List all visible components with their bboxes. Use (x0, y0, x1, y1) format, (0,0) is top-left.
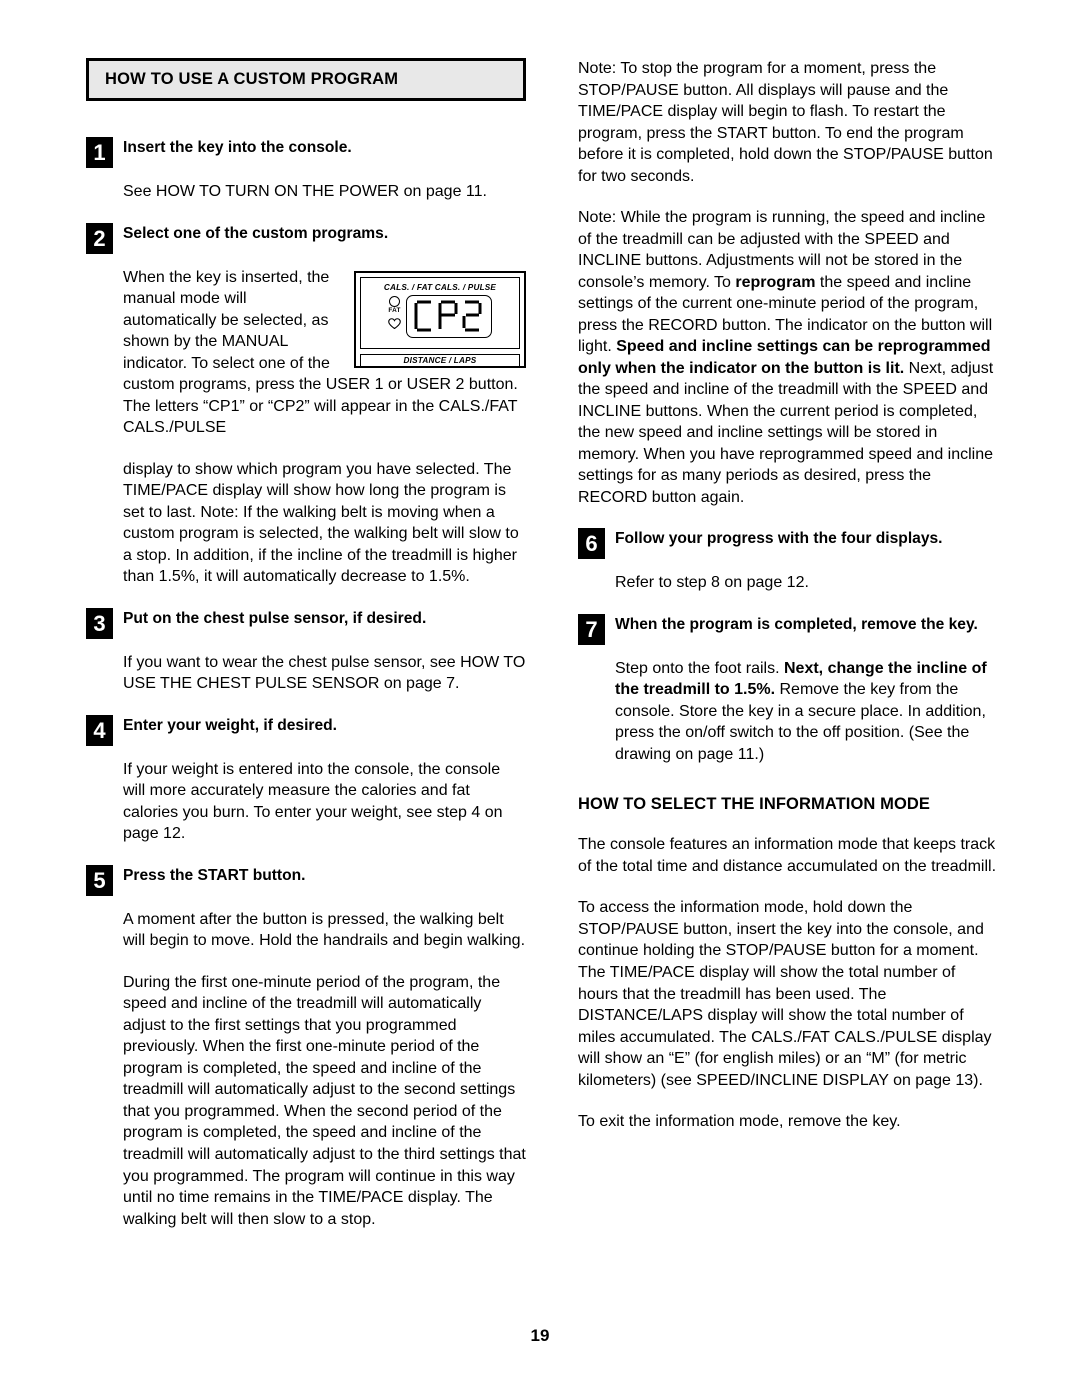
step-5-number: 5 (86, 864, 113, 896)
information-mode-paragraph-2: To access the information mode, hold dow… (578, 899, 992, 1089)
step-7-number: 7 (578, 613, 605, 645)
step-7-body: Step onto the foot rails. Next, change t… (615, 658, 998, 766)
console-display-row: FAT (367, 294, 513, 338)
section-heading-text: HOW TO USE A CUSTOM PROGRAM (105, 70, 399, 88)
step-2-body-with-figure: CALS. / FAT CALS. / PULSE FAT DISTANCE /… (123, 267, 526, 459)
step-5-body-2: During the first one-minute period of th… (123, 973, 526, 1228)
step-3-title: Put on the chest pulse sensor, if desire… (123, 609, 427, 627)
step-2: 2 Select one of the custom programs. CAL… (86, 222, 526, 588)
information-mode-paragraph-1: The console features an information mode… (578, 836, 997, 875)
information-mode-heading: HOW TO SELECT THE INFORMATION MODE (578, 795, 931, 814)
step-6-header: 6 Follow your progress with the four dis… (578, 528, 998, 560)
note-reprogram: Note: While the program is running, the … (578, 207, 998, 508)
step-4-header: 4 Enter your weight, if desired. (86, 714, 526, 746)
step-4: 4 Enter your weight, if desired. If your… (86, 714, 526, 845)
step-6: 6 Follow your progress with the four dis… (578, 528, 998, 594)
step-6-number: 6 (578, 528, 605, 560)
console-display-figure: CALS. / FAT CALS. / PULSE FAT DISTANCE /… (354, 270, 526, 368)
step-3: 3 Put on the chest pulse sensor, if desi… (86, 607, 526, 695)
step-6-title: Follow your progress with the four displ… (615, 530, 943, 548)
step-2-number: 2 (86, 222, 113, 254)
console-illustration: CALS. / FAT CALS. / PULSE FAT DISTANCE /… (354, 270, 526, 368)
step-1-header: 1 Insert the key into the console. (86, 137, 526, 168)
distance-laps-label: DISTANCE / LAPS (403, 355, 477, 365)
step-3-number: 3 (86, 607, 113, 639)
step-2-body-2: display to show which program you have s… (123, 460, 519, 586)
step-7: 7 When the program is completed, remove … (578, 613, 998, 766)
step-2-title: Select one of the custom programs. (123, 224, 389, 242)
note-reprogram-part-3: Next, adjust the speed and incline of th… (578, 359, 994, 506)
console-display-label: CALS. / FAT CALS. / PULSE (383, 282, 497, 292)
manual-page: HOW TO USE A CUSTOM PROGRAM 1 Insert the… (0, 0, 1080, 1397)
calories-circle-icon (389, 296, 400, 308)
step-1: 1 Insert the key into the console. See H… (86, 137, 526, 203)
step-5-header: 5 Press the START button. (86, 864, 526, 896)
segment-value-cp2 (414, 300, 482, 332)
note-reprogram-bold-1: reprogram (735, 273, 816, 291)
left-column: HOW TO USE A CUSTOM PROGRAM 1 Insert the… (86, 58, 526, 1250)
information-mode-paragraph-3: To exit the information mode, remove the… (578, 1113, 901, 1131)
console-display-panel: CALS. / FAT CALS. / PULSE FAT (360, 276, 520, 349)
seven-segment-display (406, 294, 492, 338)
step-7-header: 7 When the program is completed, remove … (578, 613, 998, 645)
right-column: Note: To stop the program for a moment, … (578, 58, 998, 1153)
page-number: 19 (530, 1326, 550, 1345)
step-4-title: Enter your weight, if desired. (123, 716, 338, 734)
step-7-body-part-1: Step onto the foot rails. (615, 659, 784, 677)
step-5-title: Press the START button. (123, 866, 306, 884)
step-4-number: 4 (86, 714, 113, 746)
note-stop-pause: Note: To stop the program for a moment, … (578, 60, 993, 185)
step-7-title: When the program is completed, remove th… (615, 615, 978, 633)
console-indicator-column: FAT (388, 296, 401, 335)
distance-laps-panel: DISTANCE / LAPS (360, 353, 520, 366)
step-3-header: 3 Put on the chest pulse sensor, if desi… (86, 607, 526, 639)
step-1-title: Insert the key into the console. (123, 139, 352, 156)
step-5: 5 Press the START button. A moment after… (86, 864, 526, 1230)
step-1-body: See HOW TO TURN ON THE POWER on page 11. (123, 183, 487, 200)
step-5-body-1: A moment after the button is pressed, th… (123, 910, 526, 950)
step-6-body: Refer to step 8 on page 12. (615, 574, 809, 592)
step-3-body: If you want to wear the chest pulse sens… (123, 653, 526, 693)
step-4-body: If your weight is entered into the conso… (123, 760, 503, 843)
step-1-number: 1 (86, 137, 113, 168)
heart-icon (388, 316, 401, 334)
section-heading-bar: HOW TO USE A CUSTOM PROGRAM (86, 58, 526, 101)
step-2-header: 2 Select one of the custom programs. (86, 222, 526, 254)
fat-indicator-label: FAT (388, 307, 401, 315)
